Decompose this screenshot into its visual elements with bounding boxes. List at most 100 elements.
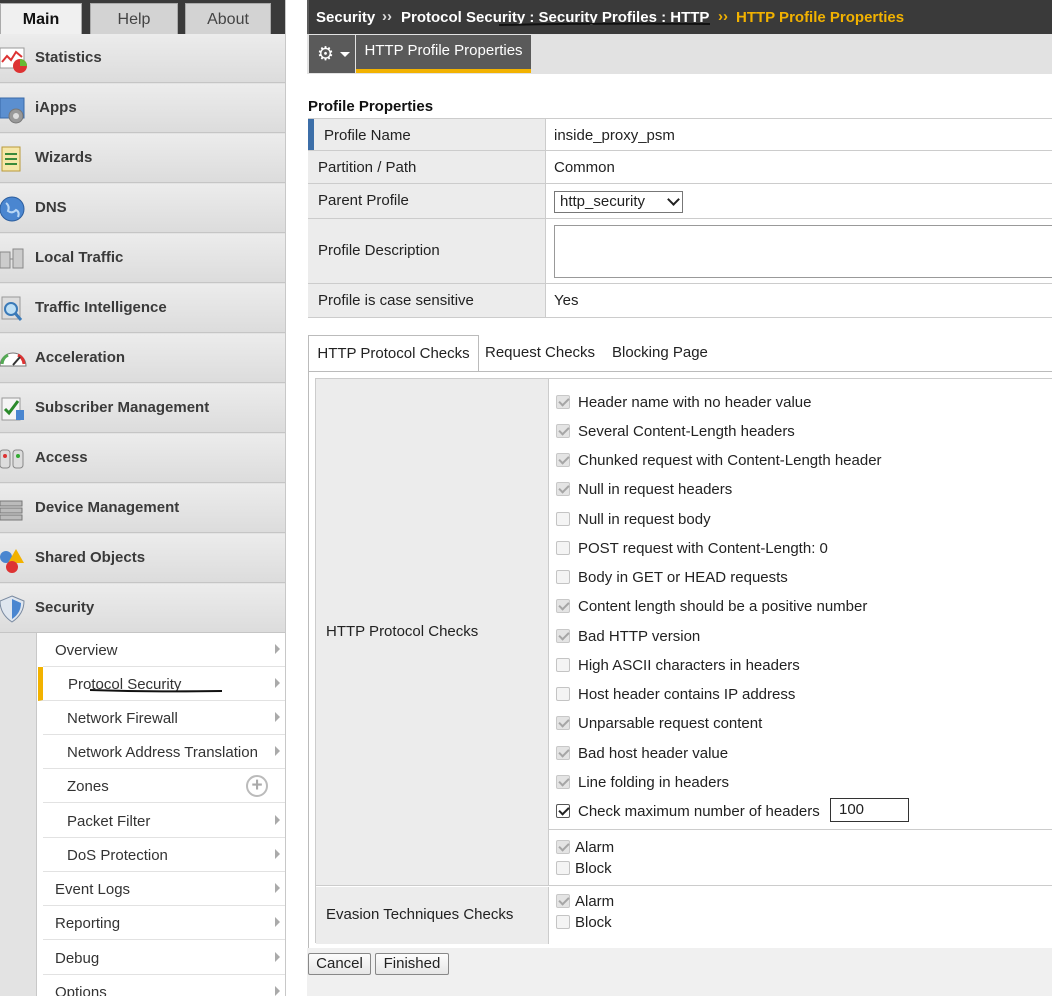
gear-menu-button[interactable]: ⚙ bbox=[309, 35, 355, 73]
checkbox[interactable] bbox=[556, 541, 570, 555]
value-profile-name: inside_proxy_psm bbox=[554, 127, 675, 144]
parent-profile-value: http_security bbox=[560, 193, 646, 210]
checkbox bbox=[556, 599, 570, 613]
nav-item-local-traffic[interactable]: Local Traffic bbox=[0, 234, 285, 283]
row-description: Profile Description bbox=[308, 219, 1052, 284]
breadcrumb-security[interactable]: Security bbox=[316, 9, 375, 26]
submenu-label: Reporting bbox=[55, 915, 121, 932]
submenu-network-firewall[interactable]: Network Firewall bbox=[43, 701, 285, 735]
submenu-packet-filter[interactable]: Packet Filter bbox=[43, 804, 285, 838]
checkbox[interactable] bbox=[556, 804, 570, 818]
submenu-dos-protection[interactable]: DoS Protection bbox=[43, 838, 285, 872]
tab-http-protocol-checks[interactable]: HTTP Protocol Checks bbox=[308, 335, 479, 372]
tab-main[interactable]: Main bbox=[0, 3, 82, 34]
checkbox-label: Block bbox=[575, 860, 612, 877]
add-circle-icon[interactable]: + bbox=[246, 775, 268, 797]
parent-profile-select[interactable]: http_security bbox=[554, 191, 683, 213]
checkbox-label: Chunked request with Content-Length head… bbox=[578, 452, 882, 469]
tab-blocking-page[interactable]: Blocking Page bbox=[612, 335, 708, 372]
checkbox-label: Host header contains IP address bbox=[578, 686, 796, 703]
nav-item-iapps[interactable]: iApps bbox=[0, 84, 285, 133]
nav-tab-bar: Main Help About bbox=[0, 0, 285, 34]
nav-item-access[interactable]: Access bbox=[0, 434, 285, 483]
nav-item-acceleration[interactable]: Acceleration bbox=[0, 334, 285, 383]
nav-item-shared-objects[interactable]: Shared Objects bbox=[0, 534, 285, 583]
left-navigation: Main Help About Statistics iApps Wizards bbox=[0, 0, 286, 996]
nav-item-wizards[interactable]: Wizards bbox=[0, 134, 285, 183]
nav-item-dns[interactable]: DNS bbox=[0, 184, 285, 233]
dns-icon bbox=[0, 196, 25, 222]
row-partition: Partition / Path Common bbox=[308, 151, 1052, 184]
tab-http-profile-properties[interactable]: HTTP Profile Properties bbox=[356, 35, 531, 73]
row-marker bbox=[308, 119, 314, 150]
tab-request-checks[interactable]: Request Checks bbox=[485, 335, 595, 372]
breadcrumb-separator: ›› bbox=[718, 8, 728, 25]
nav-label: DNS bbox=[35, 199, 67, 216]
nav-label: Subscriber Management bbox=[35, 399, 210, 416]
checkbox[interactable] bbox=[556, 915, 570, 929]
protocol-checks-label-cell: HTTP Protocol Checks bbox=[316, 379, 549, 886]
nav-label: Access bbox=[35, 449, 88, 466]
checks-panel: HTTP Protocol Checks Header name with no… bbox=[308, 371, 1052, 949]
submenu-reporting[interactable]: Reporting bbox=[43, 906, 285, 940]
breadcrumb-separator: ›› bbox=[382, 8, 392, 25]
label-profile-name: Profile Name bbox=[324, 127, 411, 144]
finished-button[interactable]: Finished bbox=[375, 953, 449, 975]
row-parent-profile: Parent Profile http_security bbox=[308, 184, 1052, 219]
checkbox-label: Unparsable request content bbox=[578, 715, 763, 732]
evasion-checks-options-cell: Alarm Block bbox=[549, 887, 1052, 944]
checkbox-label: Header name with no header value bbox=[578, 394, 812, 411]
checkbox[interactable] bbox=[556, 512, 570, 526]
checkbox bbox=[556, 746, 570, 760]
nav-item-device-management[interactable]: Device Management bbox=[0, 484, 285, 533]
value-partition: Common bbox=[554, 159, 615, 176]
description-textarea[interactable] bbox=[554, 225, 1052, 278]
nav-label: Security bbox=[35, 599, 95, 616]
statistics-icon bbox=[0, 47, 27, 73]
nav-label: Acceleration bbox=[35, 349, 126, 366]
nav-item-statistics[interactable]: Statistics bbox=[0, 34, 285, 83]
label-partition: Partition / Path bbox=[318, 159, 417, 176]
checkbox[interactable] bbox=[556, 570, 570, 584]
submenu-event-logs[interactable]: Event Logs bbox=[43, 872, 285, 906]
underline-annotation bbox=[89, 689, 223, 693]
checkbox[interactable] bbox=[556, 687, 570, 701]
nav-item-traffic-intelligence[interactable]: Traffic Intelligence bbox=[0, 284, 285, 333]
nav-item-subscriber-management[interactable]: Subscriber Management bbox=[0, 384, 285, 433]
device-management-icon bbox=[0, 500, 23, 521]
submenu-label: Event Logs bbox=[55, 881, 131, 898]
submenu-label: Zones bbox=[67, 778, 109, 795]
nav-item-security[interactable]: Security bbox=[0, 584, 285, 633]
traffic-intelligence-icon bbox=[1, 296, 23, 321]
max-headers-input[interactable]: 100 bbox=[830, 798, 909, 822]
checkbox-label: Alarm bbox=[575, 893, 615, 910]
chevron-right-icon bbox=[275, 746, 280, 756]
label-evasion-techniques-checks: Evasion Techniques Checks bbox=[326, 906, 514, 923]
nav-label: Device Management bbox=[35, 499, 180, 516]
label-parent-profile: Parent Profile bbox=[318, 192, 409, 209]
chevron-down-icon bbox=[667, 193, 680, 206]
checkbox bbox=[556, 716, 570, 730]
checkbox bbox=[556, 453, 570, 467]
cancel-button[interactable]: Cancel bbox=[308, 953, 371, 975]
checkbox[interactable] bbox=[556, 861, 570, 875]
submenu-overview[interactable]: Overview bbox=[43, 633, 285, 667]
submenu-options[interactable]: Options bbox=[43, 975, 285, 996]
tab-about[interactable]: About bbox=[185, 3, 271, 34]
checkbox-label: Alarm bbox=[575, 839, 615, 856]
submenu-debug[interactable]: Debug bbox=[43, 941, 285, 975]
submenu-protocol-security[interactable]: Protocol Security bbox=[38, 667, 285, 701]
checkbox-label: Check maximum number of headers bbox=[578, 803, 820, 820]
checkbox-label: Block bbox=[575, 914, 612, 931]
submenu-zones[interactable]: Zones + bbox=[43, 769, 285, 803]
tab-help[interactable]: Help bbox=[90, 3, 178, 34]
checkbox[interactable] bbox=[556, 658, 570, 672]
chevron-right-icon bbox=[275, 952, 280, 962]
submenu-network-address-translation[interactable]: Network Address Translation bbox=[43, 735, 285, 769]
nav-label: Traffic Intelligence bbox=[35, 299, 167, 316]
checkbox-label: Line folding in headers bbox=[578, 774, 729, 791]
nav-label: iApps bbox=[35, 99, 77, 116]
chevron-right-icon bbox=[275, 644, 280, 654]
checkbox-label: Body in GET or HEAD requests bbox=[578, 569, 788, 586]
chevron-right-icon bbox=[275, 849, 280, 859]
